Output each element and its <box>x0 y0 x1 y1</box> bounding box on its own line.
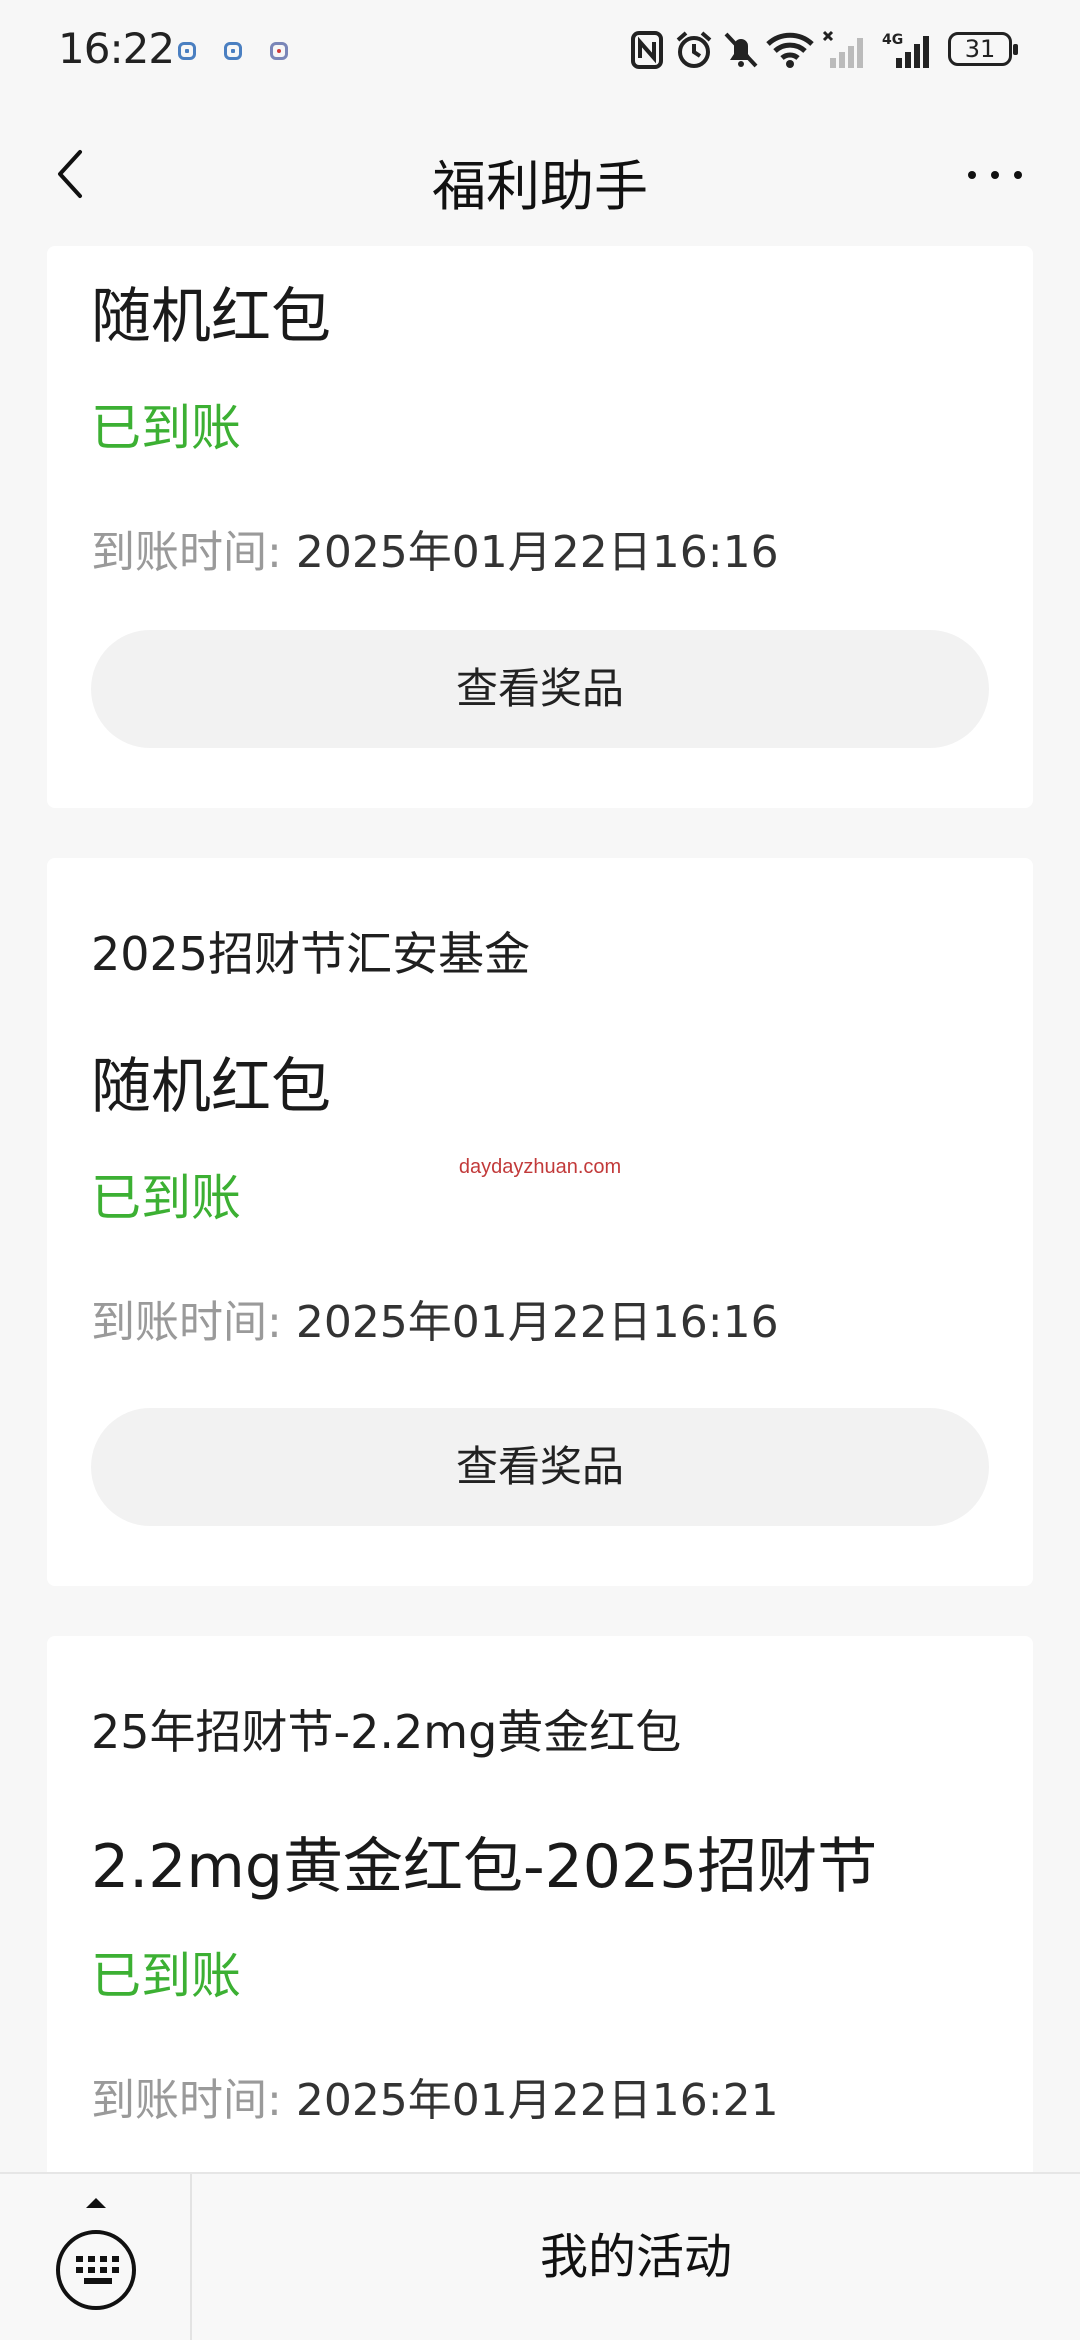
app-notification-icon <box>178 42 196 60</box>
4g-signal-icon: 4G <box>882 32 929 68</box>
status-badge: 已到账 <box>91 1947 241 2005</box>
arrival-time-value: 2025年01月22日16:16 <box>295 527 779 578</box>
keyboard-toggle-button[interactable] <box>0 2174 192 2340</box>
arrow-up-icon <box>86 2198 106 2208</box>
card-title: 2.2mg黄金红包-2025招财节 <box>91 1832 878 1902</box>
view-prize-button[interactable]: 查看奖品 <box>91 630 989 748</box>
view-prize-button[interactable]: 查看奖品 <box>91 1408 989 1526</box>
card-title: 随机红包 <box>91 282 331 352</box>
arrival-time-label: 到账时间: <box>91 2075 282 2126</box>
arrival-time: 到账时间: 2025年01月22日16:21 <box>91 2064 779 2128</box>
card-title: 随机红包 <box>91 1052 331 1122</box>
watermark: daydayzhuan.com <box>458 1156 622 1178</box>
reward-card: 2025招财节汇安基金 随机红包 已到账 到账时间: 2025年01月22日16… <box>47 858 1033 1586</box>
arrival-time-label: 到账时间: <box>91 1297 282 1348</box>
alarm-icon <box>676 31 712 68</box>
more-button[interactable] <box>960 154 1030 194</box>
nfc-icon <box>631 31 663 69</box>
app-notification-icon <box>224 42 242 60</box>
reward-card: 25年招财节-2.2mg黄金红包 2.2mg黄金红包-2025招财节 已到账 到… <box>47 1636 1033 2236</box>
status-badge: 已到账 <box>91 399 241 457</box>
battery-icon: 31 <box>948 32 1018 66</box>
status-time: 16:22 <box>58 24 175 73</box>
keyboard-icon <box>56 2230 136 2310</box>
mute-icon <box>724 32 758 68</box>
status-bar: 16:22 4G 31 <box>0 0 1080 104</box>
wifi-icon <box>766 32 814 68</box>
reward-card: 随机红包 已到账 到账时间: 2025年01月22日16:16 查看奖品 <box>47 246 1033 808</box>
app-notification-icon <box>270 42 288 60</box>
bottom-menu-bar: 我的活动 <box>0 2172 1080 2340</box>
card-subtitle: 2025招财节汇安基金 <box>91 927 531 981</box>
arrival-time-label: 到账时间: <box>91 527 282 578</box>
nav-bar: 福利助手 <box>0 104 1080 244</box>
my-activity-menu[interactable]: 我的活动 <box>192 2174 1080 2340</box>
arrival-time-value: 2025年01月22日16:21 <box>295 2075 779 2126</box>
arrival-time-value: 2025年01月22日16:16 <box>295 1297 779 1348</box>
card-subtitle: 25年招财节-2.2mg黄金红包 <box>91 1705 682 1759</box>
page-title: 福利助手 <box>432 155 648 218</box>
arrival-time: 到账时间: 2025年01月22日16:16 <box>91 1286 779 1350</box>
svg-text:4G: 4G <box>882 32 903 48</box>
arrival-time: 到账时间: 2025年01月22日16:16 <box>91 516 779 580</box>
signal-icon <box>822 30 863 68</box>
